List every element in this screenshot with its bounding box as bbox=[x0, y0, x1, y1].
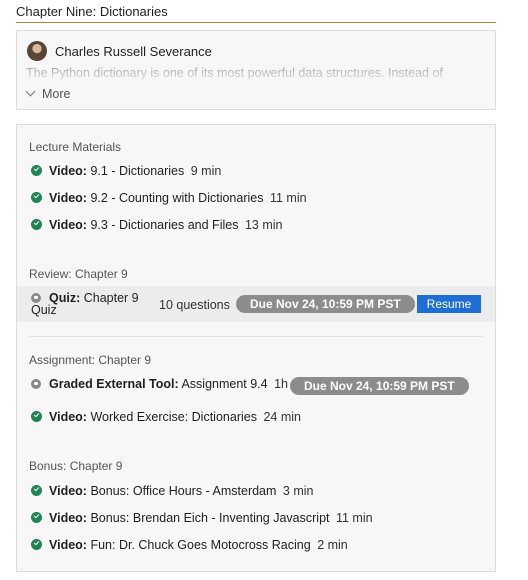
check-circle-icon bbox=[31, 485, 42, 497]
item-title: Bonus: Office Hours - Amsterdam bbox=[90, 484, 277, 498]
lessons-card: Lecture Materials Video: 9.1 - Dictionar… bbox=[16, 124, 496, 572]
item-type: Graded External Tool: bbox=[49, 377, 179, 391]
check-circle-icon bbox=[31, 411, 42, 423]
item-title: Worked Exercise: Dictionaries bbox=[90, 410, 257, 424]
due-date-badge: Due Nov 24, 10:59 PM PST bbox=[290, 377, 469, 395]
item-type: Video: bbox=[49, 511, 87, 525]
question-count: 10 questions bbox=[159, 298, 230, 312]
more-button[interactable]: More bbox=[25, 86, 71, 101]
lesson-item[interactable]: Video: Bonus: Office Hours - Amsterdam 3… bbox=[31, 484, 313, 498]
item-title: Chapter 9 Quiz bbox=[31, 291, 139, 317]
due-date-badge: Due Nov 24, 10:59 PM PST bbox=[236, 295, 415, 313]
item-duration: 11 min bbox=[269, 191, 307, 205]
lesson-item[interactable]: Video: Fun: Dr. Chuck Goes Motocross Rac… bbox=[31, 538, 348, 552]
section-label-review: Review: Chapter 9 bbox=[29, 267, 128, 281]
lesson-item[interactable]: Graded External Tool: Assignment 9.4 1h bbox=[31, 377, 288, 391]
section-label-lecture: Lecture Materials bbox=[29, 140, 122, 154]
item-title: 9.1 - Dictionaries bbox=[90, 164, 185, 178]
item-title: Fun: Dr. Chuck Goes Motocross Racing bbox=[90, 538, 311, 552]
item-type: Video: bbox=[49, 410, 87, 424]
section-label-bonus: Bonus: Chapter 9 bbox=[29, 459, 123, 473]
check-circle-icon bbox=[31, 219, 42, 231]
check-circle-icon bbox=[31, 512, 42, 524]
chapter-description: The Python dictionary is one of its most… bbox=[26, 66, 443, 80]
chapter-intro-card: Charles Russell Severance The Python dic… bbox=[16, 30, 496, 110]
lock-icon bbox=[31, 292, 41, 303]
item-duration: 1h bbox=[274, 377, 289, 391]
check-circle-icon bbox=[31, 165, 42, 177]
check-circle-icon bbox=[31, 539, 42, 551]
item-type: Video: bbox=[49, 218, 87, 232]
item-type: Video: bbox=[49, 484, 87, 498]
check-circle-icon bbox=[31, 192, 42, 204]
item-duration: 2 min bbox=[317, 538, 348, 552]
quiz-row[interactable]: Quiz: Chapter 9 Quiz 10 questions Due No… bbox=[17, 286, 495, 322]
item-type: Video: bbox=[49, 164, 87, 178]
lesson-item[interactable]: Video: 9.2 - Counting with Dictionaries … bbox=[31, 191, 307, 205]
chapter-title: Chapter Nine: Dictionaries bbox=[16, 4, 496, 23]
lesson-item[interactable]: Video: 9.1 - Dictionaries 9 min bbox=[31, 164, 221, 178]
item-duration: 24 min bbox=[263, 410, 301, 424]
item-title: Assignment 9.4 bbox=[181, 377, 268, 391]
chevron-down-icon bbox=[25, 86, 36, 97]
lock-icon bbox=[31, 378, 41, 389]
author-name: Charles Russell Severance bbox=[55, 44, 212, 59]
more-label: More bbox=[42, 87, 71, 101]
lesson-item[interactable]: Video: Worked Exercise: Dictionaries 24 … bbox=[31, 410, 301, 424]
item-title: 9.3 - Dictionaries and Files bbox=[90, 218, 239, 232]
lesson-item[interactable]: Video: Bonus: Brendan Eich - Inventing J… bbox=[31, 511, 373, 525]
item-type: Video: bbox=[49, 191, 87, 205]
item-type: Video: bbox=[49, 538, 87, 552]
resume-button[interactable]: Resume bbox=[417, 295, 481, 313]
item-duration: 3 min bbox=[282, 484, 314, 498]
avatar bbox=[27, 41, 47, 61]
item-duration: 9 min bbox=[190, 164, 222, 178]
section-label-assignment: Assignment: Chapter 9 bbox=[29, 353, 152, 367]
item-title: 9.2 - Counting with Dictionaries bbox=[90, 191, 264, 205]
item-duration: 11 min bbox=[335, 511, 373, 525]
section-divider bbox=[29, 336, 483, 337]
lesson-item[interactable]: Video: 9.3 - Dictionaries and Files 13 m… bbox=[31, 218, 282, 232]
item-duration: 13 min bbox=[244, 218, 283, 232]
item-title: Bonus: Brendan Eich - Inventing Javascri… bbox=[90, 511, 330, 525]
quiz-title-block: Quiz: Chapter 9 Quiz bbox=[31, 292, 141, 316]
